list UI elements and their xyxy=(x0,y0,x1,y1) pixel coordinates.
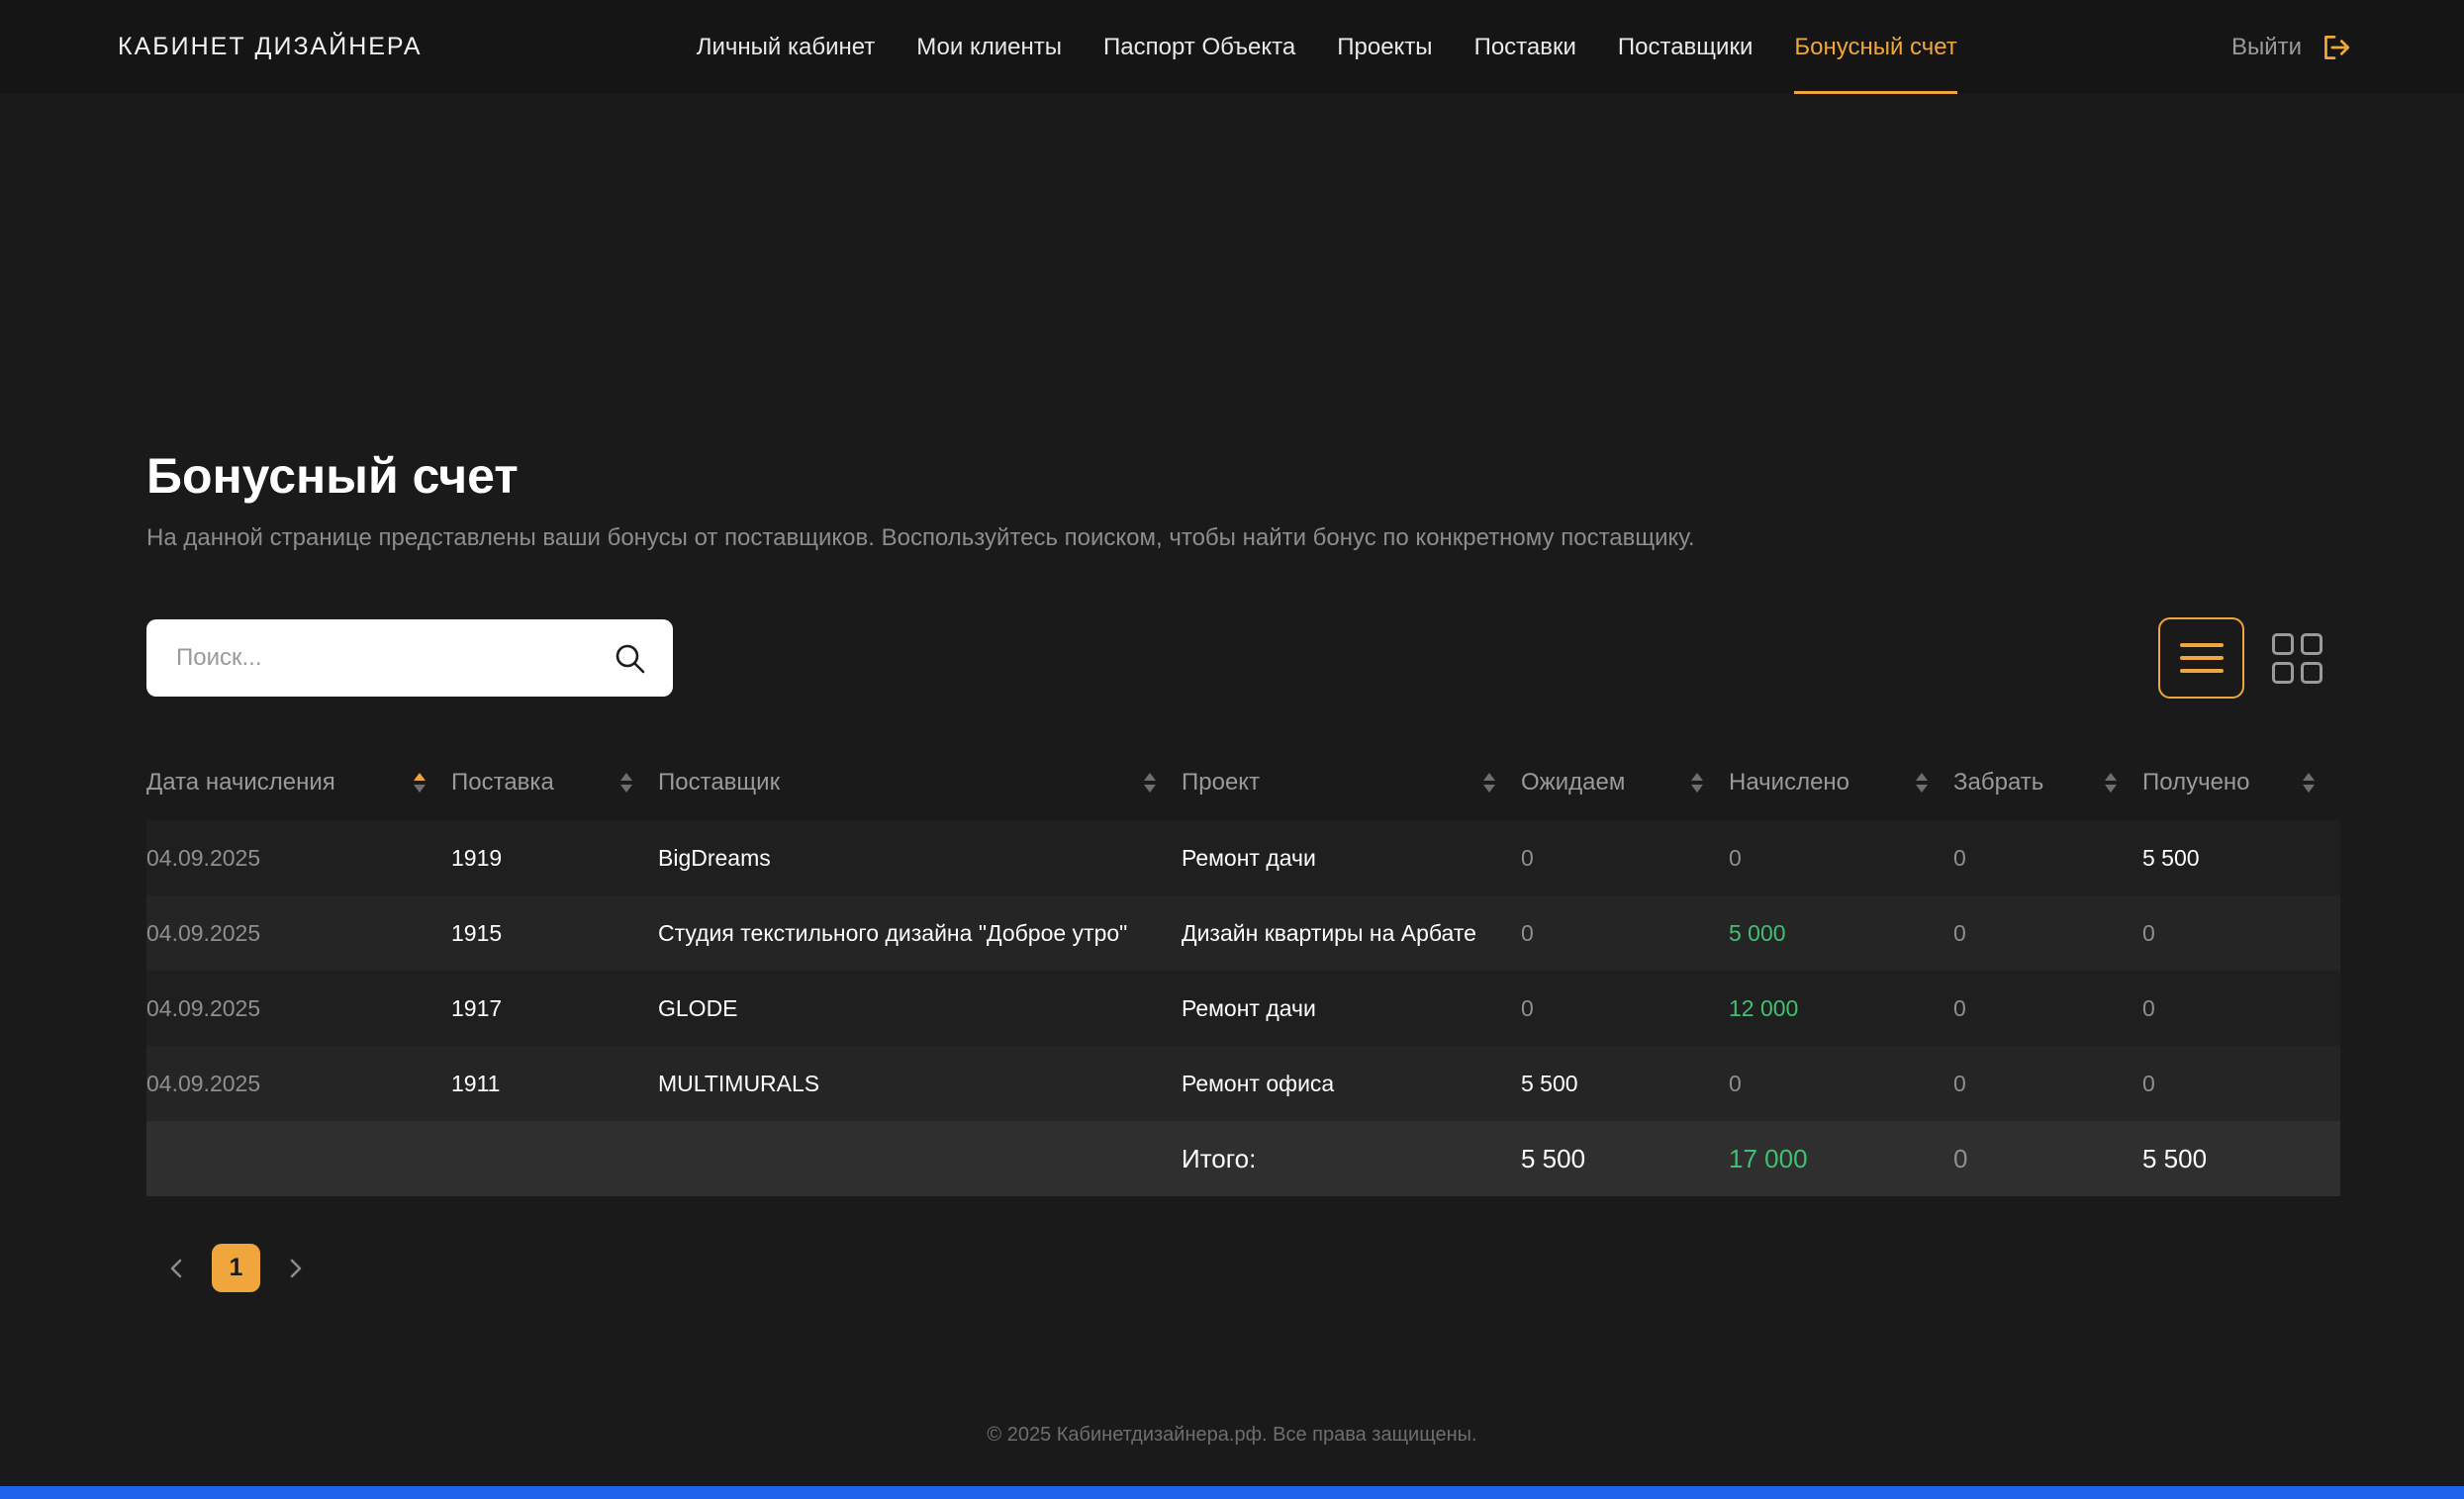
table-header-row: Дата начисления Поставка Поставщик Проек… xyxy=(146,745,2340,820)
nav-personal-cabinet[interactable]: Личный кабинет xyxy=(697,0,876,94)
cell-project: Ремонт дачи xyxy=(1182,994,1316,1021)
pagination-next-button[interactable] xyxy=(282,1256,308,1281)
column-header-project[interactable]: Проект xyxy=(1182,769,1521,796)
cell-received: 5 500 xyxy=(2142,844,2200,871)
page: КАБИНЕТ ДИЗАЙНЕРА Личный кабинет Мои кли… xyxy=(0,0,2464,1499)
cell-supplier: Студия текстильного дизайна "Доброе утро… xyxy=(658,919,1128,946)
column-header-received[interactable]: Получено xyxy=(2142,769,2340,796)
table-row: 04.09.2025 1915 Студия текстильного диза… xyxy=(146,895,2340,971)
cell-delivery: 1919 xyxy=(451,844,503,871)
chevron-left-icon xyxy=(170,1259,182,1277)
search-icon[interactable] xyxy=(612,640,647,676)
grid-view-button[interactable] xyxy=(2254,617,2340,699)
sort-icon xyxy=(1483,773,1495,793)
column-header-supplier[interactable]: Поставщик xyxy=(658,769,1182,796)
sort-icon xyxy=(620,773,632,793)
table-row: 04.09.2025 1911 MULTIMURALS Ремонт офиса… xyxy=(146,1046,2340,1121)
bonus-table: Дата начисления Поставка Поставщик Проек… xyxy=(146,745,2340,1196)
table-row: 04.09.2025 1917 GLODE Ремонт дачи 0 12 0… xyxy=(146,971,2340,1046)
totals-received: 5 500 xyxy=(2142,1143,2208,1173)
cell-accrued: 0 xyxy=(1729,1070,1742,1096)
sort-icon xyxy=(414,773,426,793)
cell-supplier: MULTIMURALS xyxy=(658,1070,820,1096)
sort-icon xyxy=(2105,773,2117,793)
cell-delivery: 1915 xyxy=(451,919,503,946)
cell-accrued: 12 000 xyxy=(1729,994,1799,1021)
nav-bonus-account[interactable]: Бонусный счет xyxy=(1794,0,1957,94)
sort-icon xyxy=(1691,773,1703,793)
cell-project: Ремонт дачи xyxy=(1182,844,1316,871)
nav-my-clients[interactable]: Мои клиенты xyxy=(916,0,1062,94)
list-view-icon xyxy=(2179,643,2224,673)
page-title: Бонусный счет xyxy=(146,448,519,504)
cell-project: Ремонт офиса xyxy=(1182,1070,1335,1096)
cell-expected: 5 500 xyxy=(1521,1070,1578,1096)
cell-date: 04.09.2025 xyxy=(146,919,261,946)
cell-supplier: GLODE xyxy=(658,994,738,1021)
nav-deliveries[interactable]: Поставки xyxy=(1474,0,1576,94)
cell-expected: 0 xyxy=(1521,994,1534,1021)
footer-copyright: © 2025 Кабинетдизайнера.рф. Все права за… xyxy=(987,1424,1477,1446)
sort-icon xyxy=(1916,773,1928,793)
controls-row xyxy=(146,617,2340,699)
search-box xyxy=(146,619,673,697)
cell-takeout: 0 xyxy=(1953,919,1966,946)
column-header-expected[interactable]: Ожидаем xyxy=(1521,769,1729,796)
cell-takeout: 0 xyxy=(1953,994,1966,1021)
cell-expected: 0 xyxy=(1521,919,1534,946)
cell-delivery: 1917 xyxy=(451,994,503,1021)
cell-received: 0 xyxy=(2142,1070,2155,1096)
cell-takeout: 0 xyxy=(1953,1070,1966,1096)
cell-takeout: 0 xyxy=(1953,844,1966,871)
logout-button[interactable]: Выйти xyxy=(2231,30,2353,65)
pagination-page-1[interactable]: 1 xyxy=(212,1244,260,1292)
page-subtitle: На данной странице представлены ваши бон… xyxy=(146,524,1695,551)
cell-date: 04.09.2025 xyxy=(146,1070,261,1096)
logout-icon xyxy=(2324,35,2350,59)
grid-view-icon xyxy=(2272,632,2322,684)
pagination-prev-button[interactable] xyxy=(164,1256,190,1281)
totals-expected: 5 500 xyxy=(1521,1143,1586,1173)
pagination: 1 xyxy=(164,1244,2340,1292)
logo[interactable]: КАБИНЕТ ДИЗАЙНЕРА xyxy=(118,33,423,61)
cell-expected: 0 xyxy=(1521,844,1534,871)
cell-date: 04.09.2025 xyxy=(146,994,261,1021)
nav-projects[interactable]: Проекты xyxy=(1337,0,1432,94)
search-input[interactable] xyxy=(146,619,673,697)
list-view-button[interactable] xyxy=(2158,617,2244,699)
column-header-date[interactable]: Дата начисления xyxy=(146,769,451,796)
totals-label: Итого: xyxy=(1182,1143,1257,1173)
sort-icon xyxy=(1144,773,1156,793)
main-content: Бонусный счет На данной странице предста… xyxy=(146,94,2340,1292)
cell-date: 04.09.2025 xyxy=(146,844,261,871)
column-header-delivery[interactable]: Поставка xyxy=(451,769,658,796)
cell-received: 0 xyxy=(2142,994,2155,1021)
bottom-edge-strip xyxy=(0,1486,2464,1499)
cell-supplier: BigDreams xyxy=(658,844,771,871)
chevron-right-icon xyxy=(290,1259,302,1277)
table-row: 04.09.2025 1919 BigDreams Ремонт дачи 0 … xyxy=(146,820,2340,895)
cell-accrued: 5 000 xyxy=(1729,919,1786,946)
nav-object-passport[interactable]: Паспорт Объекта xyxy=(1103,0,1295,94)
column-header-accrued[interactable]: Начислено xyxy=(1729,769,1953,796)
header: КАБИНЕТ ДИЗАЙНЕРА Личный кабинет Мои кли… xyxy=(0,0,2464,94)
cell-accrued: 0 xyxy=(1729,844,1742,871)
logout-label: Выйти xyxy=(2230,33,2302,60)
totals-accrued: 17 000 xyxy=(1729,1143,1808,1173)
sort-icon xyxy=(2303,773,2315,793)
view-toggles xyxy=(2158,617,2340,699)
table-totals-row: Итого: 5 500 17 000 0 5 500 xyxy=(146,1121,2340,1196)
nav-suppliers[interactable]: Поставщики xyxy=(1618,0,1753,94)
totals-takeout: 0 xyxy=(1953,1143,1968,1173)
cell-project: Дизайн квартиры на Арбате xyxy=(1182,919,1476,946)
main-nav: Личный кабинет Мои клиенты Паспорт Объек… xyxy=(697,0,1957,94)
cell-received: 0 xyxy=(2142,919,2155,946)
column-header-takeout[interactable]: Забрать xyxy=(1953,769,2142,796)
cell-delivery: 1911 xyxy=(451,1070,501,1096)
